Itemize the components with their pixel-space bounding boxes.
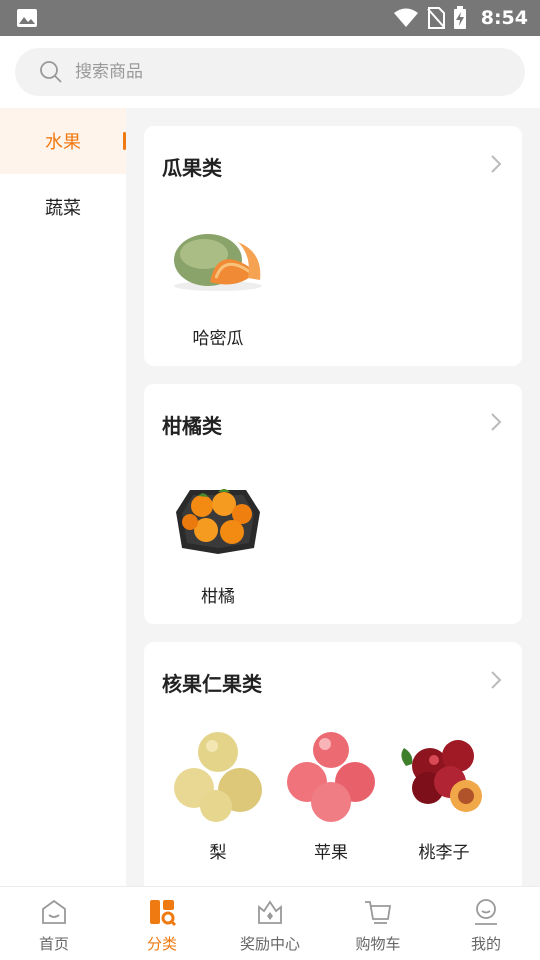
chevron-right-icon[interactable] bbox=[490, 670, 502, 690]
section-card-stone-pome: 核果仁果类 梨 苹果 桃李子 bbox=[144, 642, 522, 886]
section-title: 柑橘类 bbox=[162, 414, 222, 438]
sidebar-item-fruit[interactable]: 水果 bbox=[0, 108, 126, 174]
gallery-notification-icon bbox=[17, 9, 37, 27]
product-image bbox=[174, 234, 262, 291]
sidebar-item-label: 蔬菜 bbox=[45, 198, 81, 219]
tab-category[interactable]: 分类 bbox=[108, 887, 216, 960]
no-sim-icon bbox=[426, 7, 445, 29]
product-name: 梨 bbox=[209, 843, 227, 863]
product-item-citrus[interactable]: 柑橘 bbox=[163, 470, 273, 607]
product-name: 苹果 bbox=[314, 843, 348, 863]
profile-icon bbox=[475, 899, 497, 925]
product-name: 桃李子 bbox=[418, 843, 470, 863]
tab-reward-center[interactable]: 奖励中心 bbox=[216, 887, 324, 960]
tab-label: 奖励中心 bbox=[239, 935, 300, 953]
status-bar: 8:54 bbox=[0, 0, 540, 36]
category-sidebar: 水果 蔬菜 bbox=[0, 108, 126, 886]
product-item-pear[interactable]: 梨 bbox=[163, 726, 273, 863]
wifi-icon bbox=[393, 8, 418, 27]
battery-charging-icon bbox=[453, 6, 466, 29]
product-image bbox=[174, 732, 262, 822]
search-input[interactable] bbox=[75, 62, 475, 82]
search-icon bbox=[40, 61, 62, 83]
tab-label: 购物车 bbox=[355, 935, 401, 953]
bottom-tab-bar: 首页 分类 奖励中心 购物车 我的 bbox=[0, 886, 540, 960]
reward-icon bbox=[258, 900, 282, 924]
search-box[interactable] bbox=[15, 48, 525, 96]
category-content: 瓜果类 哈密瓜 柑橘类 柑橘 核果仁果类 梨 苹果 桃李子 bbox=[126, 108, 540, 886]
tab-cart[interactable]: 购物车 bbox=[324, 887, 432, 960]
chevron-right-icon[interactable] bbox=[490, 412, 502, 432]
product-image bbox=[401, 740, 482, 812]
tab-label: 分类 bbox=[146, 935, 177, 953]
category-icon bbox=[150, 900, 177, 927]
section-title: 瓜果类 bbox=[162, 156, 222, 180]
search-bar bbox=[0, 36, 540, 108]
tab-home[interactable]: 首页 bbox=[0, 887, 108, 960]
product-name: 哈密瓜 bbox=[192, 329, 244, 349]
section-card-citrus: 柑橘类 柑橘 bbox=[144, 384, 522, 624]
tab-label: 我的 bbox=[470, 935, 501, 953]
product-name: 柑橘 bbox=[201, 587, 235, 607]
product-item-plum-peach[interactable]: 桃李子 bbox=[389, 726, 499, 863]
chevron-right-icon[interactable] bbox=[490, 154, 502, 174]
section-title: 核果仁果类 bbox=[162, 672, 262, 696]
product-image bbox=[176, 489, 260, 554]
clock: 8:54 bbox=[480, 7, 528, 29]
section-card-melons: 瓜果类 哈密瓜 bbox=[144, 126, 522, 366]
tab-label: 首页 bbox=[38, 935, 69, 953]
home-icon bbox=[42, 899, 66, 924]
product-item-hami-melon[interactable]: 哈密瓜 bbox=[163, 212, 273, 349]
sidebar-item-vegetables[interactable]: 蔬菜 bbox=[0, 174, 126, 240]
tab-profile[interactable]: 我的 bbox=[432, 887, 540, 960]
sidebar-item-label: 水果 bbox=[45, 132, 81, 153]
cart-icon bbox=[365, 901, 392, 924]
product-image bbox=[287, 732, 375, 822]
product-item-apple[interactable]: 苹果 bbox=[276, 726, 386, 863]
